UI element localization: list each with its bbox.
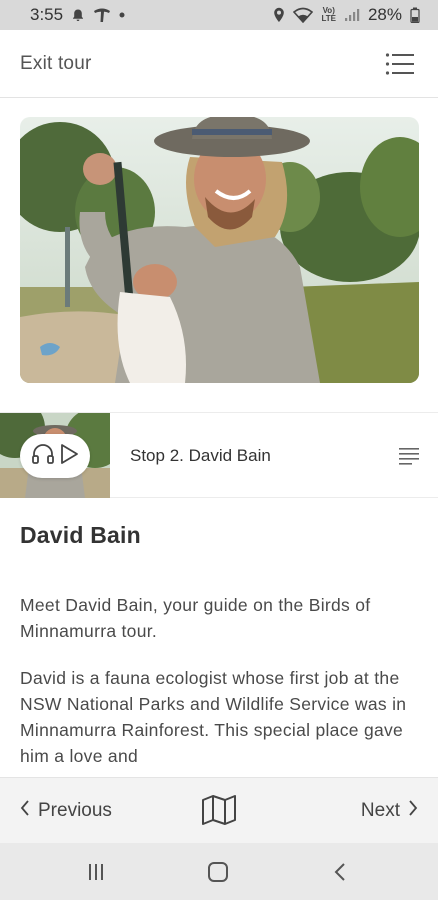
location-icon	[273, 7, 285, 23]
carrier-logo-icon	[93, 7, 111, 23]
tour-navigation-bar: Previous Next	[0, 777, 438, 843]
stop-title[interactable]: Stop 2. David Bain	[130, 413, 271, 498]
hero-photo-illustration	[20, 117, 419, 383]
bio-paragraph: David is a fauna ecologist whose first j…	[20, 668, 407, 766]
previous-label: Previous	[38, 799, 112, 821]
recents-icon[interactable]	[84, 861, 108, 883]
exit-tour-button[interactable]: Exit tour	[20, 53, 92, 75]
next-label: Next	[360, 799, 400, 821]
headphones-icon	[31, 443, 55, 470]
signal-icon	[344, 8, 360, 22]
status-bar: 3:55 Vo) LTE 28%	[0, 0, 438, 30]
wifi-icon	[293, 7, 314, 23]
map-icon[interactable]	[201, 794, 237, 826]
stop-heading: David Bain	[20, 522, 141, 548]
status-right: Vo) LTE 28%	[273, 5, 420, 25]
chevron-right-icon	[408, 799, 418, 822]
battery-percent: 28%	[367, 5, 402, 24]
intro-paragraph: Meet David Bain, your guide on the Birds…	[20, 595, 371, 641]
status-left: 3:55	[30, 5, 125, 25]
home-icon[interactable]	[206, 861, 230, 883]
notification-dot-icon	[119, 12, 125, 18]
transcript-list-icon[interactable]	[396, 443, 422, 469]
list-menu-icon[interactable]	[384, 49, 416, 79]
top-app-bar: Exit tour	[0, 30, 438, 98]
previous-button[interactable]: Previous	[20, 800, 112, 822]
chevron-left-icon	[20, 799, 30, 822]
audio-play-button[interactable]	[20, 434, 90, 478]
back-icon[interactable]	[328, 861, 352, 883]
stop-player: Stop 2. David Bain	[0, 412, 438, 498]
status-time: 3:55	[30, 5, 64, 24]
system-navigation-bar	[0, 843, 438, 900]
battery-icon	[410, 7, 420, 23]
play-icon	[59, 443, 79, 470]
network-type: Vo) LTE	[321, 6, 336, 23]
next-button[interactable]: Next	[361, 800, 418, 822]
alarm-icon	[71, 8, 85, 22]
hero-photo	[20, 117, 419, 383]
